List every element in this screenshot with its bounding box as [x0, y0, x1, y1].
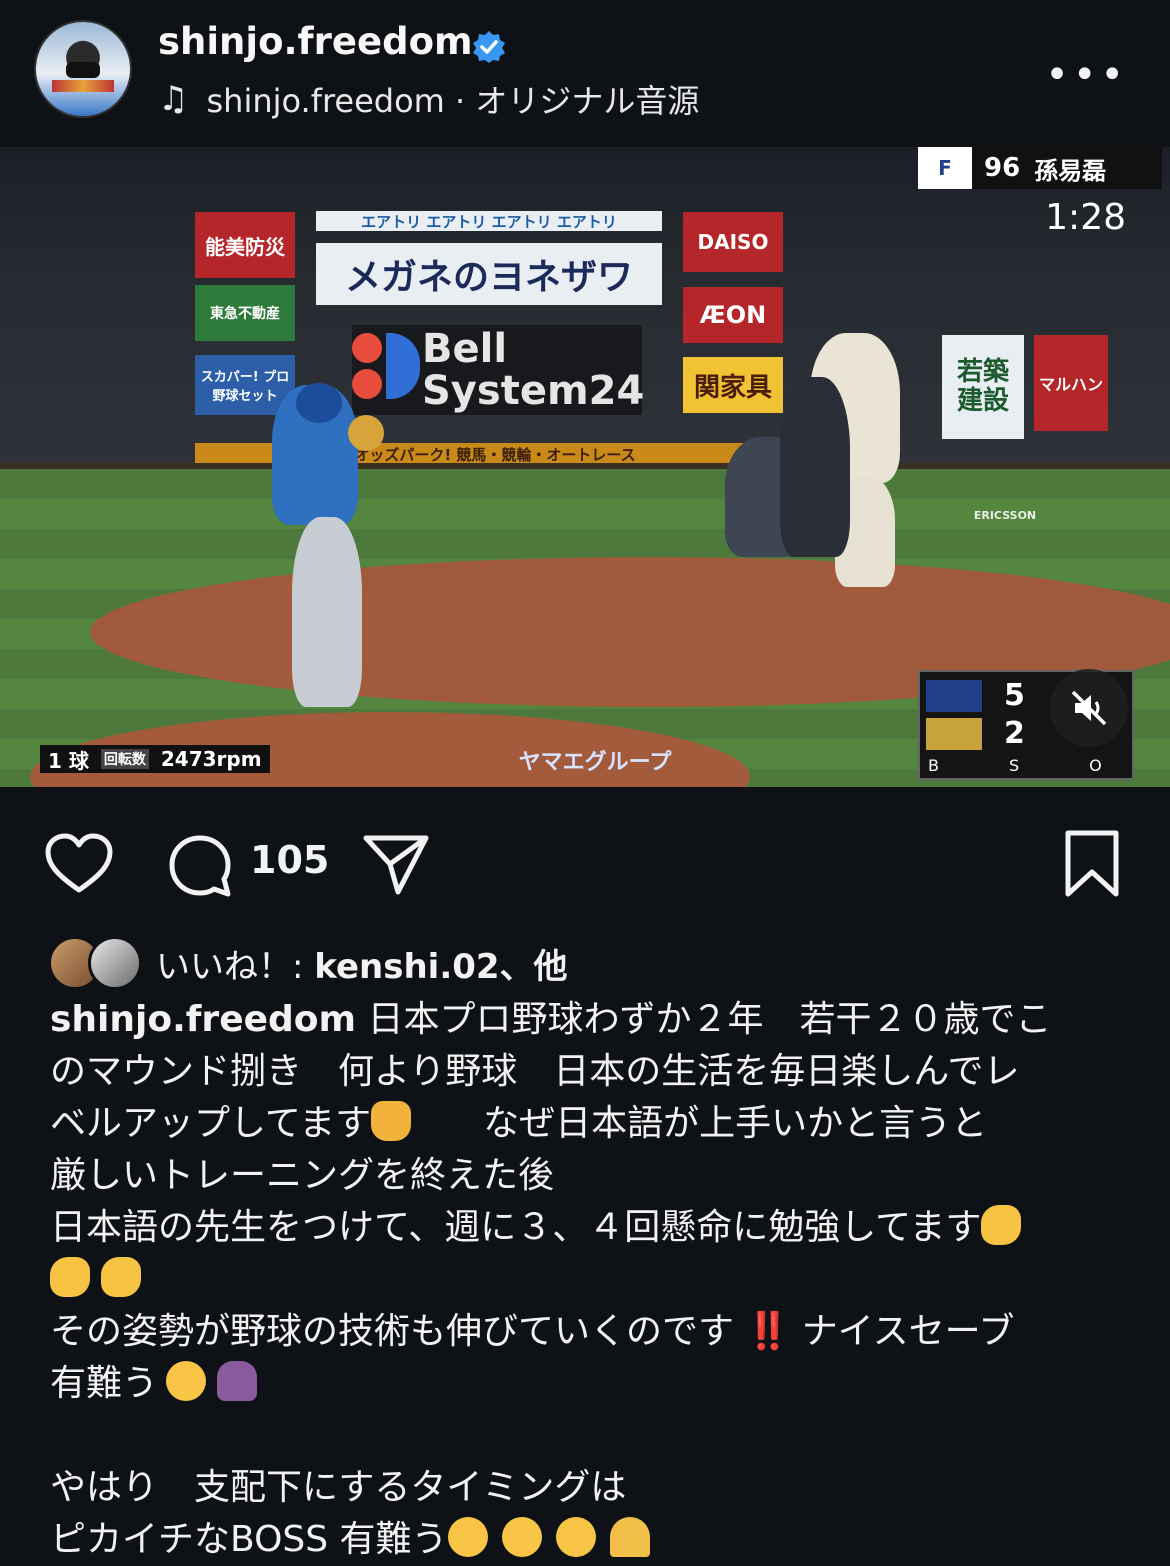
post-caption: shinjo.freedom 日本プロ野球わずか２年 若干２０歳でこ のマウンド…	[50, 994, 1130, 1566]
caption-line: その姿勢が野球の技術も伸びていくのです	[50, 1311, 735, 1352]
speaker-muted-icon	[1071, 690, 1107, 726]
ad-yamae: ヤマエグループ	[518, 750, 672, 775]
action-bar: 105	[0, 820, 1170, 910]
ad-yonezawa: メガネのヨネザワ	[316, 243, 662, 305]
smiling-face-icon	[166, 1361, 207, 1401]
ad-maruhan: マルハン	[1034, 335, 1108, 431]
score-row-home: 5	[920, 678, 1050, 714]
save-bookmark-icon[interactable]	[1062, 828, 1122, 900]
balls-label: B	[928, 756, 939, 775]
player-number: 96	[984, 153, 1021, 183]
pitch-info-bar: 1 球 回転数 2473rpm	[40, 745, 270, 773]
clapping-hands-icon	[101, 1257, 142, 1297]
ad-wakachiku: 若築建設	[942, 335, 1024, 439]
away-score: 2	[1004, 716, 1025, 751]
music-note-icon: ♫	[158, 79, 189, 119]
pitcher-legs	[292, 517, 362, 707]
post-header: shinjo.freedom ♫ shinjo.freedom · オリジナル音…	[0, 0, 1170, 135]
thumbs-up-icon	[371, 1101, 412, 1141]
spin-label: 回転数	[100, 749, 149, 769]
caption-line: ピカイチなBOSS 有難う	[50, 1519, 448, 1560]
caption-line: 日本語の先生をつけて、週に３、４回懸命に勉強してます	[50, 1207, 982, 1248]
home-score: 5	[1004, 678, 1025, 713]
pitcher-cap	[296, 383, 342, 423]
count-indicator: B S O	[928, 756, 1102, 775]
liker-username[interactable]: kenshi.02	[314, 947, 499, 987]
strikes-label: S	[1008, 756, 1020, 775]
caption-line: ベルアップしてます	[50, 1103, 372, 1144]
likes-prefix: いいね！:	[156, 946, 315, 987]
likes-suffix: 、他	[499, 946, 568, 987]
pitch-count: 1 球	[48, 748, 89, 773]
double-exclamation-icon: ‼️	[745, 1311, 791, 1352]
ad-daiso: DAISO	[683, 212, 783, 272]
liker-avatar	[88, 936, 142, 990]
ad-bell-text: Bell System24	[422, 326, 645, 414]
username[interactable]: shinjo.freedom	[158, 20, 473, 63]
caption-line: なぜ日本語が上手いかと言うと	[411, 1103, 988, 1144]
clapping-hands-icon	[50, 1257, 90, 1297]
pitcher-glove	[348, 415, 384, 451]
bell-logo-dot	[352, 333, 382, 363]
avatar-scarf	[52, 80, 114, 92]
caption-line: 有難う	[50, 1363, 159, 1404]
ad-kagu: 関家具	[683, 357, 783, 413]
more-options-button[interactable]: •••	[1045, 52, 1128, 98]
caption-line: のマウンド捌き 何より野球 日本の生活を毎日楽しんでレ	[50, 1051, 1020, 1092]
spin-rate: 2473rpm	[160, 747, 262, 771]
team-logo-icon: F	[918, 147, 972, 189]
ad-nohbi: 能美防災	[195, 212, 295, 278]
mute-button[interactable]	[1050, 669, 1128, 747]
zany-face-icon	[447, 1517, 488, 1557]
away-team-logo-icon	[926, 718, 982, 750]
person-bowing-icon	[217, 1361, 258, 1401]
comment-bubble-icon[interactable]	[166, 832, 234, 900]
zany-face-icon	[555, 1517, 596, 1557]
bell-logo-dot	[352, 369, 382, 399]
player-tag: F 96 孫易磊	[918, 147, 1162, 189]
zany-face-icon	[501, 1517, 542, 1557]
caption-line: やはり 支配下にするタイミングは	[50, 1467, 627, 1508]
player-name: 孫易磊	[1034, 156, 1107, 185]
share-send-icon[interactable]	[360, 830, 432, 898]
avatar[interactable]	[34, 20, 132, 118]
caption-line: 厳しいトレーニングを終えた後	[50, 1155, 555, 1196]
ericsson-logo: ERICSSON	[973, 508, 1037, 522]
avatar-mask	[66, 62, 100, 78]
clapping-hands-icon	[981, 1205, 1022, 1245]
comment-count[interactable]: 105	[250, 838, 329, 882]
caption-username[interactable]: shinjo.freedom	[50, 999, 356, 1040]
home-team-logo-icon	[926, 680, 982, 712]
caption-line: 日本プロ野球わずか２年 若干２０歳でこ	[356, 999, 1052, 1040]
video-timer: 1:28	[1045, 197, 1126, 238]
likes-text: いいね！: kenshi.02、他	[156, 939, 568, 988]
like-heart-icon[interactable]	[44, 832, 114, 896]
umpire-figure	[780, 377, 850, 557]
folded-hands-icon	[609, 1517, 650, 1557]
ad-aeon: ÆON	[683, 287, 783, 343]
ad-eatri: エアトリ エアトリ エアトリ エアトリ	[316, 211, 662, 231]
caption-line: ナイスセーブ	[790, 1311, 1015, 1352]
verified-badge-icon	[473, 31, 505, 63]
likes-summary[interactable]: いいね！: kenshi.02、他	[48, 936, 568, 990]
video-player[interactable]: 能美防災 東急不動産 スカパー! プロ野球セット エアトリ エアトリ エアトリ …	[0, 147, 1170, 787]
score-row-away: 2	[920, 716, 1050, 752]
audio-attribution[interactable]: ♫ shinjo.freedom · オリジナル音源	[158, 76, 699, 122]
ad-tokyu: 東急不動産	[195, 285, 295, 341]
audio-label: shinjo.freedom · オリジナル音源	[206, 82, 700, 120]
outs-label: O	[1089, 756, 1102, 775]
